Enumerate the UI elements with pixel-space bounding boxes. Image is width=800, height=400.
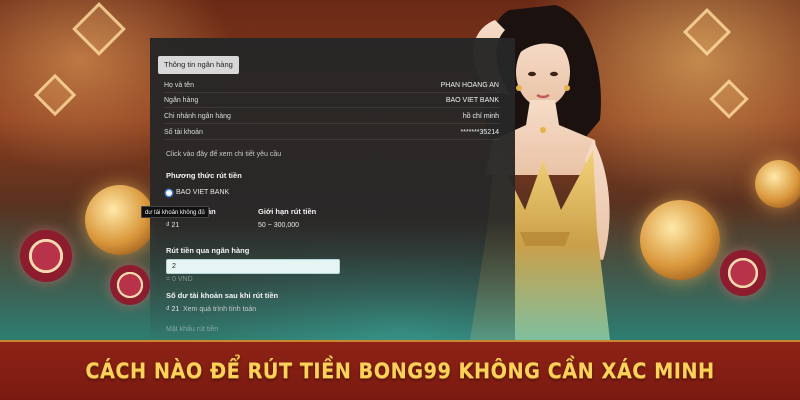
method-radio-selected[interactable] — [166, 190, 172, 196]
bank-info-row: Số tài khoản *******35214 — [164, 125, 499, 140]
bank-info-row: Ngân hàng BAO VIET BANK — [164, 93, 499, 108]
withdraw-panel: Thông tin ngân hàng Họ và tên PHAN HOANG… — [150, 38, 515, 340]
withdraw-limit-value: 50 ~ 300,000 — [258, 222, 300, 229]
row-label: Ngân hàng — [164, 96, 199, 104]
title-banner: CÁCH NÀO ĐỂ RÚT TIỀN BONG99 KHÔNG CẦN XÁ… — [0, 340, 800, 400]
balance-after-value: ₫ 21 — [166, 306, 180, 313]
balance-after-label: Số dư tài khoản sau khi rút tiền — [166, 291, 279, 300]
amount-hint: = 0 VND — [166, 276, 193, 283]
balance-value: ₫ 21 — [166, 222, 180, 229]
withdraw-limit-label: Giới hạn rút tiền — [258, 207, 317, 216]
casino-chip-decoration — [110, 265, 150, 305]
row-value: BAO VIET BANK — [445, 96, 499, 104]
bank-withdraw-label: Rút tiền qua ngân hàng — [166, 246, 250, 255]
detail-request-link[interactable]: Click vào đây để xem chi tiết yêu cầu — [166, 151, 281, 158]
row-label: Chi nhánh ngân hàng — [164, 112, 231, 120]
row-label: Số tài khoản — [164, 128, 203, 136]
gold-coin-decoration — [85, 185, 155, 255]
view-calculation-link[interactable]: Xem quá trình tính toán — [183, 306, 256, 313]
bank-info-row: Chi nhánh ngân hàng hồ chí minh — [164, 109, 499, 124]
method-option-label[interactable]: BAO VIET BANK — [176, 189, 229, 196]
tab-bank-info[interactable]: Thông tin ngân hàng — [158, 56, 239, 74]
insufficient-balance-tooltip: dư tài khoản không đủ — [141, 206, 209, 218]
withdraw-method-heading: Phương thức rút tiền — [166, 171, 242, 180]
withdraw-amount-input[interactable]: 2 — [166, 259, 340, 274]
banner-title: CÁCH NÀO ĐỂ RÚT TIỀN BONG99 KHÔNG CẦN XÁ… — [85, 359, 715, 383]
bank-info-row: Họ và tên PHAN HOANG AN — [164, 78, 499, 93]
casino-chip-decoration — [20, 230, 72, 282]
withdraw-password-label: Mật khẩu rút tiền — [166, 326, 219, 333]
gold-coin-decoration — [755, 160, 800, 208]
row-value: *******35214 — [460, 128, 499, 136]
row-label: Họ và tên — [164, 81, 194, 89]
row-value: hồ chí minh — [462, 112, 499, 120]
casino-chip-decoration — [720, 250, 766, 296]
row-value: PHAN HOANG AN — [440, 81, 499, 89]
